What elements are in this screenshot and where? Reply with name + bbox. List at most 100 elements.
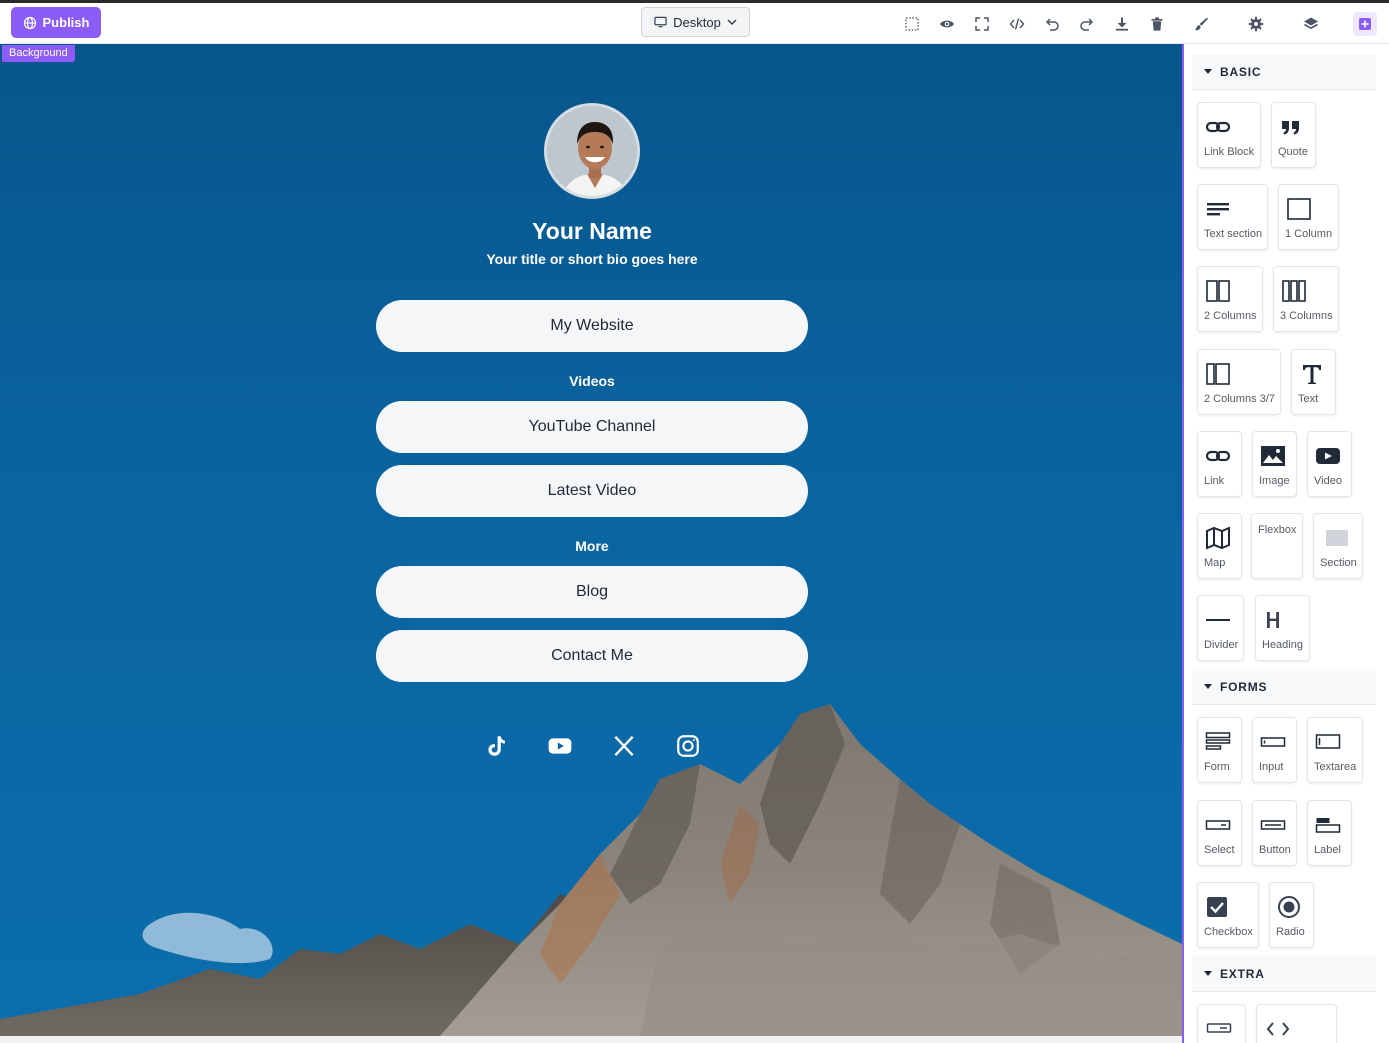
block-text-section[interactable]: Text section	[1197, 184, 1268, 250]
block-link[interactable]: Link	[1197, 431, 1242, 497]
editor-toolbar: Publish Desktop	[0, 0, 1389, 44]
block-extra-2[interactable]	[1256, 1004, 1337, 1043]
block-button[interactable]: Button	[1252, 800, 1297, 866]
category-basic-label: BASIC	[1220, 64, 1262, 79]
gear-icon[interactable]	[1245, 13, 1267, 35]
block-text[interactable]: Text	[1291, 349, 1336, 415]
youtube-icon[interactable]	[546, 732, 574, 760]
block-2-columns-3-7[interactable]: 2 Columns 3/7	[1197, 349, 1281, 415]
text-lines-icon	[1205, 197, 1231, 221]
block-label: Section	[1320, 557, 1357, 569]
instagram-icon[interactable]	[674, 732, 702, 760]
device-select-value: Desktop	[673, 14, 721, 30]
publish-button[interactable]: Publish	[11, 7, 101, 38]
text-t-icon	[1299, 362, 1325, 386]
block-label: 2 Columns 3/7	[1204, 393, 1275, 405]
monitor-icon	[654, 16, 667, 28]
block-2-columns[interactable]: 2 Columns	[1197, 266, 1263, 332]
block-input[interactable]: Input	[1252, 717, 1297, 783]
section-heading-more: More	[575, 538, 609, 554]
category-extra[interactable]: EXTRA	[1192, 956, 1376, 992]
one-column-icon	[1286, 197, 1312, 221]
category-basic[interactable]: BASIC	[1192, 54, 1376, 90]
block-label: Button	[1259, 844, 1291, 856]
device-select[interactable]: Desktop	[641, 7, 750, 37]
block-heading[interactable]: Heading	[1255, 595, 1310, 661]
map-icon	[1205, 526, 1231, 550]
download-icon[interactable]	[1111, 13, 1133, 35]
layers-icon[interactable]	[1300, 13, 1322, 35]
textarea-icon	[1315, 730, 1341, 754]
section-heading-videos: Videos	[569, 373, 615, 389]
block-video[interactable]: Video	[1307, 431, 1352, 497]
caret-down-icon	[1204, 684, 1212, 689]
block-label: Form	[1204, 761, 1230, 773]
x-icon[interactable]	[610, 732, 638, 760]
image-icon	[1260, 444, 1286, 468]
select-outline-icon[interactable]	[901, 13, 923, 35]
link-button-my-website[interactable]: My Website	[376, 300, 808, 352]
block-map[interactable]: Map	[1197, 513, 1242, 579]
tiktok-icon[interactable]	[482, 732, 510, 760]
block-checkbox[interactable]: Checkbox	[1197, 882, 1259, 948]
code-icon	[1265, 1017, 1291, 1041]
block-label: Link Block	[1204, 146, 1255, 158]
quote-icon	[1279, 115, 1305, 139]
undo-icon[interactable]	[1041, 13, 1063, 35]
block-label-element[interactable]: Label	[1307, 800, 1352, 866]
block-label: Checkbox	[1204, 926, 1253, 938]
block-label: Map	[1204, 557, 1226, 569]
trash-icon[interactable]	[1146, 13, 1168, 35]
block-divider[interactable]: Divider	[1197, 595, 1244, 661]
link-button-blog[interactable]: Blog	[376, 566, 808, 618]
block-form[interactable]: Form	[1197, 717, 1242, 783]
link-button-latest-video[interactable]: Latest Video	[376, 465, 808, 517]
canvas-bottom-edge	[0, 1036, 1182, 1043]
block-quote[interactable]: Quote	[1271, 102, 1316, 168]
block-section[interactable]: Section	[1313, 513, 1363, 579]
publish-label: Publish	[42, 15, 90, 30]
blocks-panel: BASIC Link Block Quote Text section 1 Co…	[1182, 44, 1389, 1043]
globe-icon	[23, 16, 36, 29]
label-icon	[1315, 813, 1341, 837]
preview-eye-icon[interactable]	[936, 13, 958, 35]
block-label: 1 Column	[1285, 228, 1333, 240]
video-icon	[1315, 444, 1341, 468]
block-flexbox[interactable]: Flexbox	[1251, 513, 1303, 579]
component-icon	[1206, 1017, 1232, 1041]
divider-icon	[1205, 608, 1231, 632]
fullscreen-icon[interactable]	[971, 13, 993, 35]
radio-icon	[1277, 895, 1303, 919]
block-textarea[interactable]: Textarea	[1307, 717, 1363, 783]
two-columns-3-7-icon	[1205, 362, 1231, 386]
link-button-contact-me[interactable]: Contact Me	[376, 630, 808, 682]
button-icon	[1260, 813, 1286, 837]
block-link-block[interactable]: Link Block	[1197, 102, 1261, 168]
block-label: 2 Columns	[1204, 310, 1257, 322]
block-label: Quote	[1278, 146, 1308, 158]
link-icon	[1205, 115, 1231, 139]
block-label: Select	[1204, 844, 1235, 856]
block-image[interactable]: Image	[1252, 431, 1297, 497]
block-label: Flexbox	[1258, 524, 1297, 536]
block-1-column[interactable]: 1 Column	[1278, 184, 1339, 250]
checkbox-icon	[1205, 895, 1231, 919]
block-radio[interactable]: Radio	[1269, 882, 1314, 948]
profile-avatar[interactable]	[544, 103, 640, 199]
select-icon	[1205, 813, 1231, 837]
link-button-youtube-channel[interactable]: YouTube Channel	[376, 401, 808, 453]
code-icon[interactable]	[1006, 13, 1028, 35]
block-select[interactable]: Select	[1197, 800, 1242, 866]
caret-down-icon	[1204, 69, 1212, 74]
block-3-columns[interactable]: 3 Columns	[1273, 266, 1339, 332]
blocks-plus-icon[interactable]	[1353, 12, 1377, 36]
two-columns-icon	[1205, 279, 1231, 303]
brush-icon[interactable]	[1190, 13, 1212, 35]
block-extra-1[interactable]	[1197, 1004, 1246, 1043]
block-label: Textarea	[1314, 761, 1357, 773]
category-forms[interactable]: FORMS	[1192, 669, 1376, 705]
page-canvas[interactable]: Your Name Your title or short bio goes h…	[0, 44, 1182, 1036]
block-label: Heading	[1262, 639, 1303, 651]
category-extra-label: EXTRA	[1220, 966, 1265, 981]
redo-icon[interactable]	[1076, 13, 1098, 35]
